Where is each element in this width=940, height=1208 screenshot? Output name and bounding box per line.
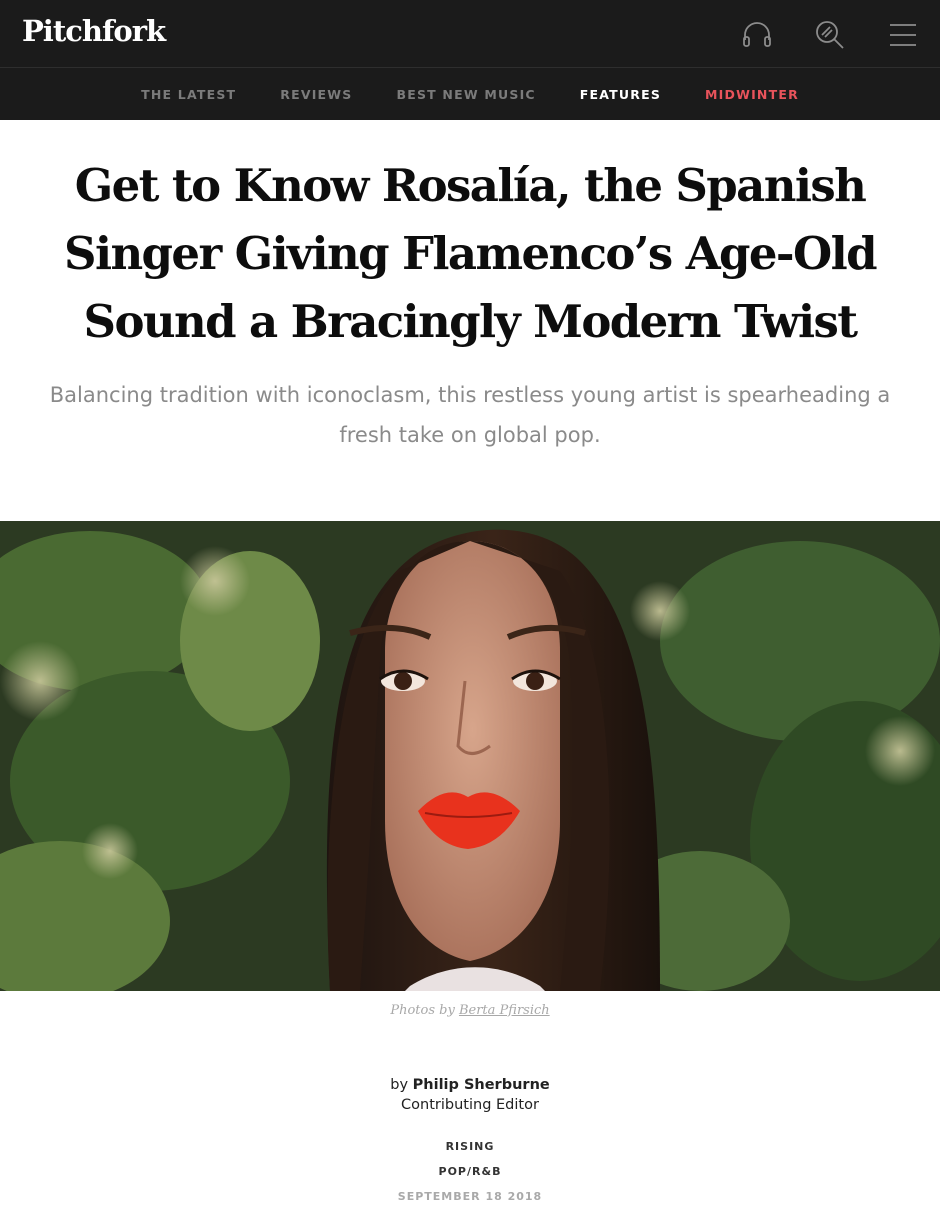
nav-item-reviews[interactable]: REVIEWS [280, 87, 352, 102]
tag-genre[interactable]: POP/R&B [0, 1165, 940, 1178]
author-role: Contributing Editor [401, 1097, 539, 1113]
byline-prefix: by [390, 1077, 409, 1093]
nav-item-the-latest[interactable]: THE LATEST [141, 87, 236, 102]
pitchfork-logo[interactable]: Pitchfork [22, 14, 166, 48]
photographer-link[interactable]: Berta Pfirsich [459, 1003, 550, 1018]
publish-date: SEPTEMBER 18 2018 [397, 1190, 543, 1203]
byline: by Philip Sherburne Contributing Editor [0, 1075, 940, 1115]
article-title: Get to Know Rosalía, the Spanish Singer … [64, 159, 877, 348]
photo-credit: Photos by Berta Pfirsich [0, 1003, 940, 1018]
author-link[interactable]: Philip Sherburne [413, 1077, 550, 1093]
nav-item-best-new-music[interactable]: BEST NEW MUSIC [396, 87, 535, 102]
search-icon[interactable] [813, 18, 847, 52]
main-nav: THE LATEST REVIEWS BEST NEW MUSIC FEATUR… [0, 68, 940, 120]
nav-item-midwinter[interactable]: MIDWINTER [705, 87, 799, 102]
headphones-icon[interactable] [740, 18, 774, 52]
photo-credit-prefix: Photos by [390, 1003, 455, 1018]
menu-icon[interactable] [886, 18, 920, 52]
hero-photo [0, 521, 940, 991]
site-header: Pitchfork [0, 0, 940, 68]
nav-item-features[interactable]: FEATURES [580, 87, 661, 102]
article-dek: Balancing tradition with iconoclasm, thi… [49, 383, 891, 447]
tag-rising[interactable]: RISING [0, 1140, 940, 1153]
